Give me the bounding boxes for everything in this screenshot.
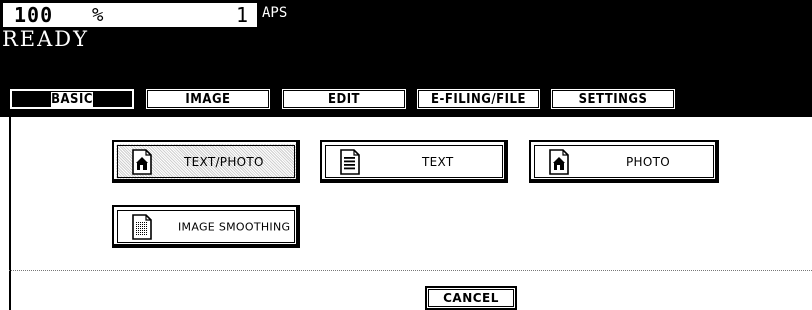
- tab-settings[interactable]: SETTINGS: [549, 87, 677, 111]
- tab-edit-label: EDIT: [327, 91, 361, 107]
- copy-count: 1: [235, 3, 248, 27]
- tab-basic-label: BASIC: [51, 91, 93, 107]
- left-border: [9, 117, 11, 310]
- zoom-unit: %: [92, 4, 104, 26]
- zoom-value: 100: [14, 3, 54, 27]
- tab-e-filing-file[interactable]: E-FILING/FILE: [415, 87, 542, 111]
- zoom-count-display: 100 % 1: [3, 3, 257, 27]
- divider: [9, 270, 812, 271]
- photo-button[interactable]: PHOTO: [529, 140, 719, 183]
- cancel-label: CANCEL: [443, 291, 499, 305]
- cancel-button[interactable]: CANCEL: [425, 286, 517, 310]
- tab-image[interactable]: IMAGE: [144, 87, 272, 111]
- text-button[interactable]: TEXT: [320, 140, 508, 183]
- document-photo-icon: [132, 149, 152, 175]
- image-smoothing-button[interactable]: IMAGE SMOOTHING: [112, 205, 300, 248]
- status-bar: 100 % 1 APS READY BASIC IMAGE EDIT E-FIL…: [0, 0, 812, 117]
- status-message: READY: [2, 27, 90, 51]
- text-label: TEXT: [422, 154, 454, 169]
- document-text-icon: [340, 149, 360, 175]
- image-smoothing-label: IMAGE SMOOTHING: [178, 220, 291, 233]
- document-smoothing-icon: [132, 214, 152, 240]
- tab-image-label: IMAGE: [185, 91, 231, 107]
- tab-edit[interactable]: EDIT: [280, 87, 408, 111]
- paper-mode-label: APS: [262, 5, 288, 21]
- tab-settings-label: SETTINGS: [578, 91, 648, 107]
- tab-e-filing-file-label: E-FILING/FILE: [431, 91, 526, 107]
- text-photo-button[interactable]: TEXT/PHOTO: [112, 140, 300, 183]
- tab-basic[interactable]: BASIC: [8, 87, 136, 111]
- document-house-icon: [549, 149, 569, 175]
- text-photo-label: TEXT/PHOTO: [184, 154, 264, 169]
- photo-label: PHOTO: [626, 154, 670, 169]
